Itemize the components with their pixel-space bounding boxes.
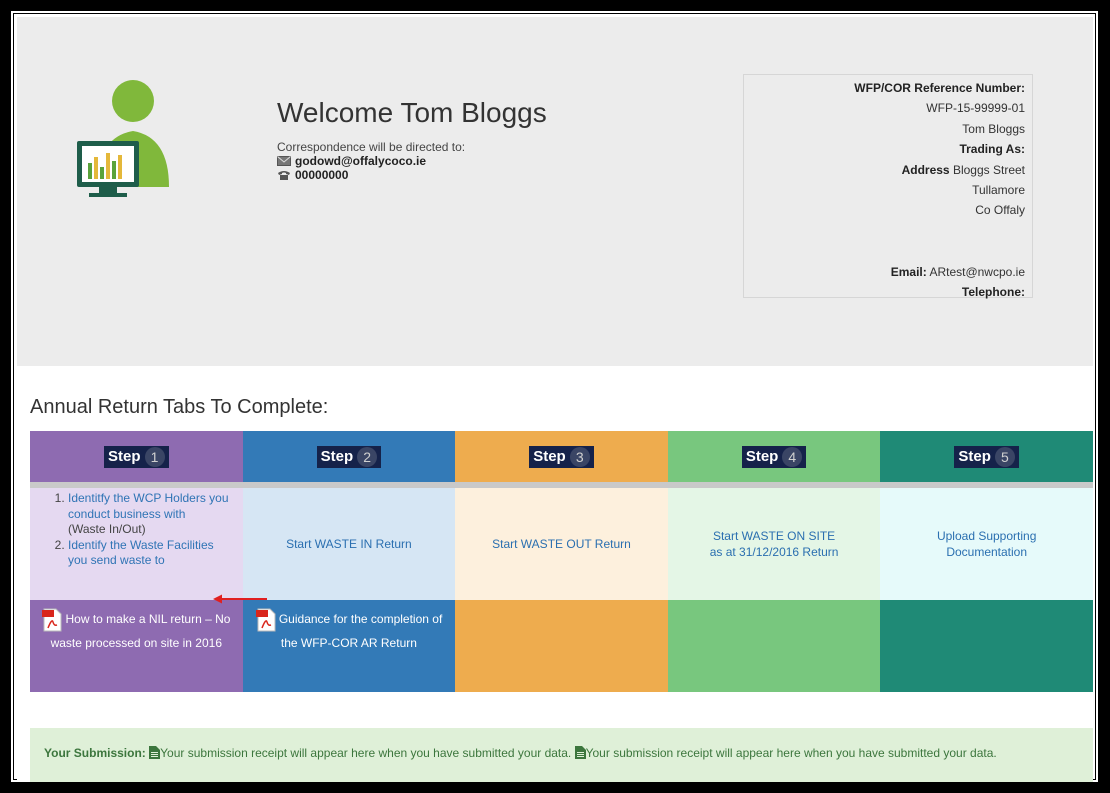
submission-label: Your Submission: bbox=[44, 746, 146, 760]
start-waste-out-link[interactable]: Start WASTE OUT Return bbox=[492, 537, 631, 551]
user-computer-icon bbox=[77, 80, 169, 197]
identify-waste-facilities-link[interactable]: Identify the Waste Facilities you send w… bbox=[68, 538, 214, 568]
correspondence-block: Correspondence will be directed to: godo… bbox=[277, 140, 547, 182]
step-number: 5 bbox=[994, 446, 1015, 467]
step-2-body: Start WASTE IN Return bbox=[242, 488, 456, 600]
waste-in-out-note: (Waste In/Out) bbox=[68, 522, 146, 536]
envelope-icon bbox=[277, 156, 291, 166]
step-1-body: Identitfy the WCP Holders you conduct bu… bbox=[30, 488, 243, 600]
steps-footer-row: How to make a NIL return – No waste proc… bbox=[30, 600, 1093, 692]
nil-return-guide-link[interactable]: How to make a NIL return – No waste proc… bbox=[30, 600, 243, 654]
address-line1: Bloggs Street bbox=[952, 162, 1025, 177]
red-arrow-icon bbox=[213, 594, 267, 604]
step-number: 1 bbox=[144, 446, 165, 467]
tabs-heading: Annual Return Tabs To Complete: bbox=[30, 396, 329, 418]
step-1-tab[interactable]: Step 1 bbox=[30, 431, 243, 482]
holder-name: Tom Bloggs bbox=[962, 121, 1025, 136]
wfp-cor-guidance-link[interactable]: Guidance for the completion of the WFP-C… bbox=[243, 600, 456, 654]
welcome-block: Welcome Tom Bloggs Correspondence will b… bbox=[277, 97, 547, 182]
document-icon bbox=[149, 746, 161, 759]
start-waste-on-site-link[interactable]: Start WASTE ON SITE as at 31/12/2016 Retu… bbox=[710, 528, 839, 560]
email-value: ARtest@nwcpo.ie bbox=[929, 264, 1025, 279]
steps-grid: Step1 Step2 Step3 Step4 Step5 Identitfy … bbox=[30, 431, 1093, 692]
step-1-footer: How to make a NIL return – No waste proc… bbox=[30, 600, 243, 692]
step-label: Step bbox=[108, 448, 141, 465]
step-4-tab[interactable]: Step 4 bbox=[667, 431, 881, 482]
submission-receipt-text: Your submission receipt will appear here… bbox=[160, 746, 572, 760]
correspondence-label: Correspondence will be directed to: bbox=[277, 140, 466, 154]
reference-label: WFP/COR Reference Number: bbox=[854, 81, 1025, 95]
steps-header-row: Step 1 Step 2 Step 3 Step 4 Step 5 bbox=[30, 431, 1093, 482]
step-5-tab[interactable]: Step 5 bbox=[880, 431, 1093, 482]
step-number: 3 bbox=[569, 446, 590, 467]
step-label: Step bbox=[745, 448, 779, 465]
phone-icon bbox=[278, 171, 290, 180]
step-1-list: Identitfy the WCP Holders you conduct bu… bbox=[30, 491, 243, 569]
step-number: 4 bbox=[782, 446, 803, 467]
address-line2: Tullamore bbox=[972, 183, 1025, 198]
contact-email: godowd@offalycoco.ie bbox=[295, 154, 427, 168]
list-item: Identify the Waste Facilities you send w… bbox=[68, 538, 233, 569]
submission-panel: Your Submission: Your submission receipt… bbox=[30, 728, 1093, 782]
step-3-tab[interactable]: Step 3 bbox=[455, 431, 668, 482]
step-4-body: Start WASTE ON SITE as at 31/12/2016 Retu… bbox=[667, 488, 881, 600]
step-3-body: Start WASTE OUT Return bbox=[455, 488, 668, 600]
submission-receipt-text: Your submission receipt will appear here… bbox=[585, 746, 997, 760]
step-5-footer bbox=[880, 600, 1093, 692]
telephone-label: Telephone: bbox=[961, 285, 1025, 300]
step-2-footer: Guidance for the completion of the WFP-C… bbox=[242, 600, 456, 692]
reference-number: WFP-15-99999-01 bbox=[926, 101, 1025, 116]
trading-as-label: Trading As: bbox=[959, 142, 1025, 157]
pdf-icon bbox=[255, 608, 275, 632]
steps-body-row: Identitfy the WCP Holders you conduct bu… bbox=[30, 488, 1093, 600]
pdf-icon bbox=[42, 608, 62, 632]
step-3-footer bbox=[455, 600, 668, 692]
identify-wcp-holders-link[interactable]: Identitfy the WCP Holders you conduct bu… bbox=[68, 491, 229, 521]
email-row: godowd@offalycoco.ie bbox=[277, 154, 547, 168]
step-2-tab[interactable]: Step 2 bbox=[242, 431, 456, 482]
page-content: Welcome Tom Bloggs Correspondence will b… bbox=[17, 17, 1093, 782]
welcome-title: Welcome Tom Bloggs bbox=[277, 97, 547, 128]
step-4-footer bbox=[667, 600, 881, 692]
reference-panel: WFP/COR Reference Number: WFP-15-99999-0… bbox=[743, 74, 1033, 300]
email-label: Email: bbox=[890, 264, 927, 279]
step-number: 2 bbox=[357, 446, 378, 467]
address-line3: Co Offaly bbox=[975, 203, 1025, 218]
upload-supporting-docs-link[interactable]: Upload Supporting Documentation bbox=[880, 528, 1093, 560]
step-5-body: Upload Supporting Documentation bbox=[880, 488, 1093, 600]
address-label: Address bbox=[901, 162, 950, 177]
phone-row: 00000000 bbox=[277, 168, 547, 182]
contact-phone: 00000000 bbox=[295, 168, 349, 182]
step-label: Step bbox=[533, 448, 566, 465]
header-panel: Welcome Tom Bloggs Correspondence will b… bbox=[17, 17, 1093, 366]
start-waste-in-link[interactable]: Start WASTE IN Return bbox=[286, 537, 412, 551]
list-item: Identitfy the WCP Holders you conduct bu… bbox=[68, 491, 233, 538]
step-label: Step bbox=[958, 448, 991, 465]
document-icon bbox=[574, 746, 586, 759]
step-label: Step bbox=[320, 448, 354, 465]
